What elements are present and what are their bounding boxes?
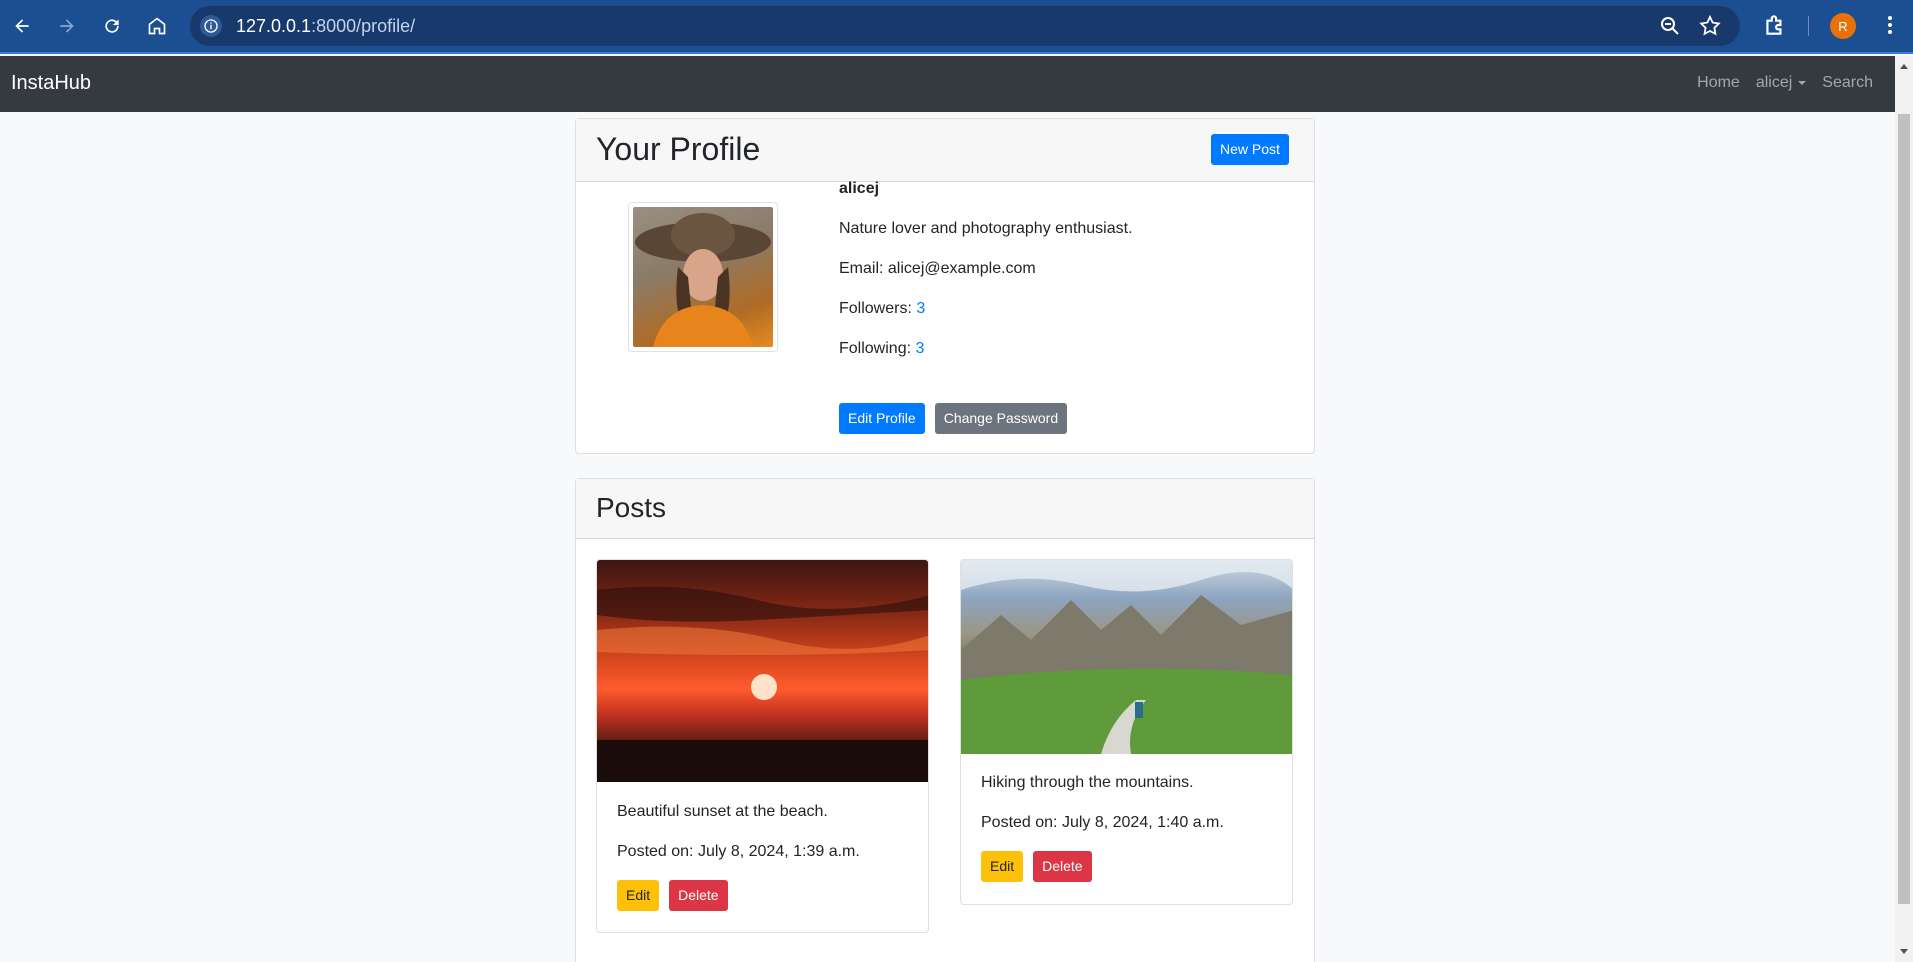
scroll-down-arrow-icon[interactable]	[1900, 949, 1908, 954]
followers-label: Followers:	[839, 300, 917, 317]
post-actions: Edit Delete	[617, 880, 728, 911]
url-text: 127.0.0.1:8000/profile/	[236, 16, 415, 37]
profile-email: Email: alicej@example.com	[839, 260, 1036, 278]
scroll-up-arrow-icon[interactable]	[1900, 64, 1908, 69]
edit-post-button[interactable]: Edit	[617, 880, 660, 911]
reload-icon	[105, 19, 119, 33]
toolbar-separator	[1808, 16, 1809, 36]
edit-profile-button[interactable]: Edit Profile	[839, 403, 925, 434]
post-card: Hiking through the mountains. Posted on:…	[960, 559, 1293, 905]
post-image-sunset	[597, 560, 928, 782]
url-host: 127.0.0.1	[236, 16, 312, 36]
post-date: Posted on: July 8, 2024, 1:39 a.m.	[617, 843, 860, 860]
page-scrollbar[interactable]	[1895, 56, 1913, 962]
followers-count-link[interactable]: 3	[916, 300, 925, 317]
profile-username: alicej	[839, 180, 880, 197]
avatar	[628, 202, 778, 352]
following-label: Following:	[839, 340, 916, 357]
profile-actions: Edit Profile Change Password	[839, 403, 1068, 434]
post-image-mountains	[961, 560, 1292, 754]
back-button[interactable]	[8, 12, 36, 40]
post-card: Beautiful sunset at the beach. Posted on…	[596, 559, 929, 933]
home-icon	[148, 17, 166, 35]
scroll-thumb[interactable]	[1898, 114, 1910, 904]
zoom-icon[interactable]	[1658, 14, 1682, 43]
change-password-button[interactable]: Change Password	[934, 403, 1068, 434]
home-button[interactable]	[143, 12, 171, 40]
post-caption: Hiking through the mountains.	[981, 774, 1194, 791]
edit-post-button[interactable]: Edit	[981, 851, 1024, 882]
posts-title: Posts	[596, 492, 667, 523]
nav-links: Home alicej Search	[1697, 74, 1873, 92]
new-post-button[interactable]: New Post	[1211, 134, 1289, 165]
nav-user-label: alicej	[1755, 74, 1793, 91]
nav-search-link[interactable]: Search	[1822, 74, 1873, 92]
arrow-left-icon	[15, 19, 29, 33]
arrow-right-icon	[60, 19, 74, 33]
email-value: alicej@example.com	[887, 260, 1036, 277]
profile-title: Your Profile	[596, 131, 761, 167]
post-date: Posted on: July 8, 2024, 1:40 a.m.	[981, 814, 1224, 831]
brand-logo[interactable]: InstaHub	[11, 72, 91, 95]
delete-post-button[interactable]: Delete	[669, 880, 728, 911]
posts-card: Posts Beautiful sunset at the beach. Pos…	[575, 478, 1315, 962]
posts-card-header: Posts	[576, 479, 1314, 539]
post-actions: Edit Delete	[981, 851, 1092, 882]
bookmark-star-icon[interactable]	[1698, 14, 1722, 43]
nav-home-link[interactable]: Home	[1697, 74, 1740, 92]
avatar-image	[633, 207, 773, 347]
caret-down-icon	[1798, 80, 1807, 85]
profile-card-header: Your Profile New Post	[576, 119, 1314, 182]
profile-followers: Followers: 3	[839, 300, 925, 318]
email-label: Email:	[839, 260, 888, 277]
browser-toolbar: 127.0.0.1:8000/profile/ R	[0, 0, 1913, 54]
delete-post-button[interactable]: Delete	[1033, 851, 1092, 882]
following-count-link[interactable]: 3	[915, 340, 924, 357]
browser-profile-avatar[interactable]: R	[1830, 13, 1856, 39]
app-navbar: InstaHub Home alicej Search	[0, 56, 1895, 112]
reload-button[interactable]	[98, 12, 126, 40]
address-bar[interactable]: 127.0.0.1:8000/profile/	[190, 6, 1740, 46]
site-info-icon[interactable]	[200, 15, 222, 37]
post-caption: Beautiful sunset at the beach.	[617, 803, 828, 820]
browser-menu-icon[interactable]	[1878, 12, 1902, 43]
forward-button[interactable]	[53, 12, 81, 40]
profile-following: Following: 3	[839, 340, 924, 358]
url-path: :8000/profile/	[311, 16, 416, 36]
profile-bio: Nature lover and photography enthusiast.	[839, 220, 1133, 237]
profile-card: Your Profile New Post alicej Nature love…	[575, 118, 1315, 454]
extensions-icon[interactable]	[1762, 12, 1788, 43]
nav-user-dropdown[interactable]: alicej	[1755, 74, 1807, 92]
